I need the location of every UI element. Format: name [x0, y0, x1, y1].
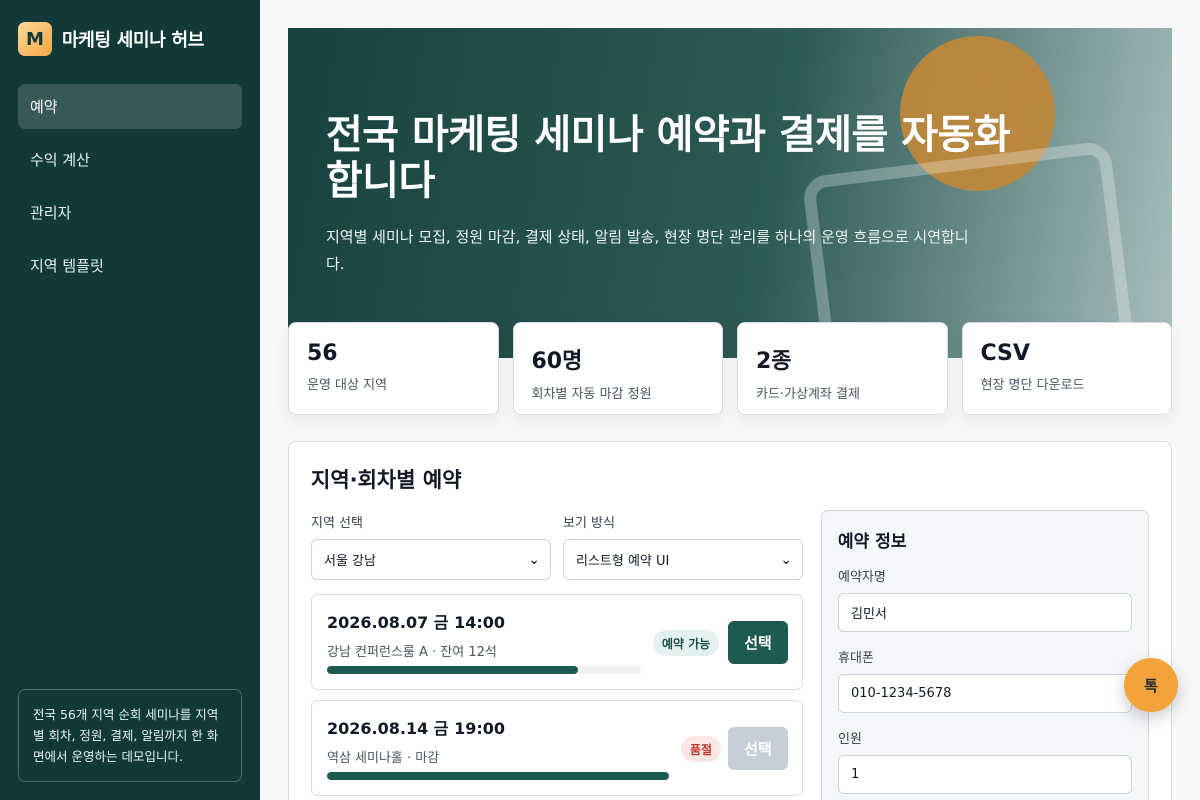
stats-row: 56 운영 대상 지역 60명 회차별 자동 마감 정원 2종 카드·가상계좌 … [288, 322, 1172, 415]
sidebar-item-region-template[interactable]: 지역 템플릿 [18, 243, 242, 288]
hero-title: 전국 마케팅 세미나 예약과 결제를 자동화합니다 [326, 112, 1011, 204]
region-select[interactable]: 서울 강남 ⌄ [311, 539, 551, 580]
brand[interactable]: M 마케팅 세미나 허브 [18, 22, 242, 56]
view-select-label: 보기 방식 [563, 516, 615, 531]
form-title: 예약 정보 [838, 532, 907, 552]
stat-label: 운영 대상 지역 [307, 378, 388, 393]
sidebar-nav: 예약 수익 계산 관리자 지역 템플릿 [18, 84, 242, 288]
select-session-button[interactable]: 선택 [728, 727, 788, 770]
hero-banner: 전국 마케팅 세미나 예약과 결제를 자동화합니다 지역별 세미나 모집, 정원… [288, 28, 1172, 358]
capacity-bar [327, 772, 669, 780]
sidebar-item-revenue[interactable]: 수익 계산 [18, 137, 242, 182]
phone-input[interactable]: 010-1234-5678 [838, 674, 1132, 713]
capacity-bar-fill [327, 772, 669, 780]
name-input[interactable]: 김민서 [838, 593, 1132, 632]
stat-value: 60명 [531, 349, 583, 374]
capacity-bar-fill [327, 666, 579, 674]
name-label: 예약자명 [838, 570, 886, 585]
stat-label: 카드·가상계좌 결제 [756, 387, 860, 402]
stat-card: 60명 회차별 자동 마감 정원 [512, 322, 723, 415]
stat-label: 회차별 자동 마감 정원 [531, 387, 652, 402]
chevron-down-icon: ⌄ [780, 551, 792, 568]
status-badge: 품절 [681, 736, 722, 762]
stat-value: CSV [980, 341, 1030, 366]
stat-card: 56 운영 대상 지역 [288, 322, 499, 415]
count-input[interactable]: 1 [838, 755, 1132, 794]
sidebar-item-reservation[interactable]: 예약 [18, 84, 242, 129]
capacity-bar [327, 666, 641, 674]
session-item[interactable]: 2026.08.14 금 19:00 역삼 세미나홀 · 마감 품절 선택 [311, 700, 803, 796]
hero-subtitle: 지역별 세미나 모집, 정원 마감, 결제 상태, 알림 발송, 현장 명단 관… [326, 228, 969, 273]
select-session-button[interactable]: 선택 [728, 621, 788, 664]
reservation-form: 예약 정보 예약자명 김민서 휴대폰 010-1234-5678 인원 1 [821, 510, 1149, 800]
view-select[interactable]: 리스트형 예약 UI ⌄ [563, 539, 803, 580]
booking-title: 지역·회차별 예약 [311, 468, 462, 492]
region-select-label: 지역 선택 [311, 516, 363, 531]
count-label: 인원 [838, 732, 862, 747]
phone-label: 휴대폰 [838, 651, 874, 666]
chevron-down-icon: ⌄ [528, 551, 540, 568]
brand-name: 마케팅 세미나 허브 [62, 30, 205, 51]
booking-filters: 지역 선택 서울 강남 ⌄ 보기 방식 리스트형 예약 UI ⌄ [311, 512, 803, 580]
status-badge: 예약 가능 [653, 630, 720, 656]
brand-logo: M [18, 22, 52, 56]
view-filter: 보기 방식 리스트형 예약 UI ⌄ [563, 512, 803, 580]
booking-panel: 지역·회차별 예약 지역 선택 서울 강남 ⌄ 보기 방식 리스트형 예약 UI… [288, 441, 1172, 800]
main-content: 전국 마케팅 세미나 예약과 결제를 자동화합니다 지역별 세미나 모집, 정원… [288, 28, 1172, 800]
session-date: 2026.08.14 금 19:00 [327, 719, 506, 738]
stat-card: CSV 현장 명단 다운로드 [961, 322, 1172, 415]
session-date: 2026.08.07 금 14:00 [327, 613, 506, 632]
stat-value: 2종 [756, 349, 792, 374]
sidebar-item-admin[interactable]: 관리자 [18, 190, 242, 235]
region-select-value: 서울 강남 [324, 554, 376, 569]
chat-button[interactable]: 톡 [1124, 658, 1178, 712]
stat-label: 현장 명단 다운로드 [980, 378, 1085, 393]
region-filter: 지역 선택 서울 강남 ⌄ [311, 512, 551, 580]
stat-value: 56 [307, 341, 338, 366]
view-select-value: 리스트형 예약 UI [576, 554, 670, 569]
stat-card: 2종 카드·가상계좌 결제 [737, 322, 948, 415]
sidebar-description: 전국 56개 지역 순회 세미나를 지역별 회차, 정원, 결제, 알림까지 한… [18, 689, 242, 782]
session-item[interactable]: 2026.08.07 금 14:00 강남 컨퍼런스룸 A · 잔여 12석 예… [311, 594, 803, 690]
sidebar: M 마케팅 세미나 허브 예약 수익 계산 관리자 지역 템플릿 전국 56개 … [0, 0, 260, 800]
